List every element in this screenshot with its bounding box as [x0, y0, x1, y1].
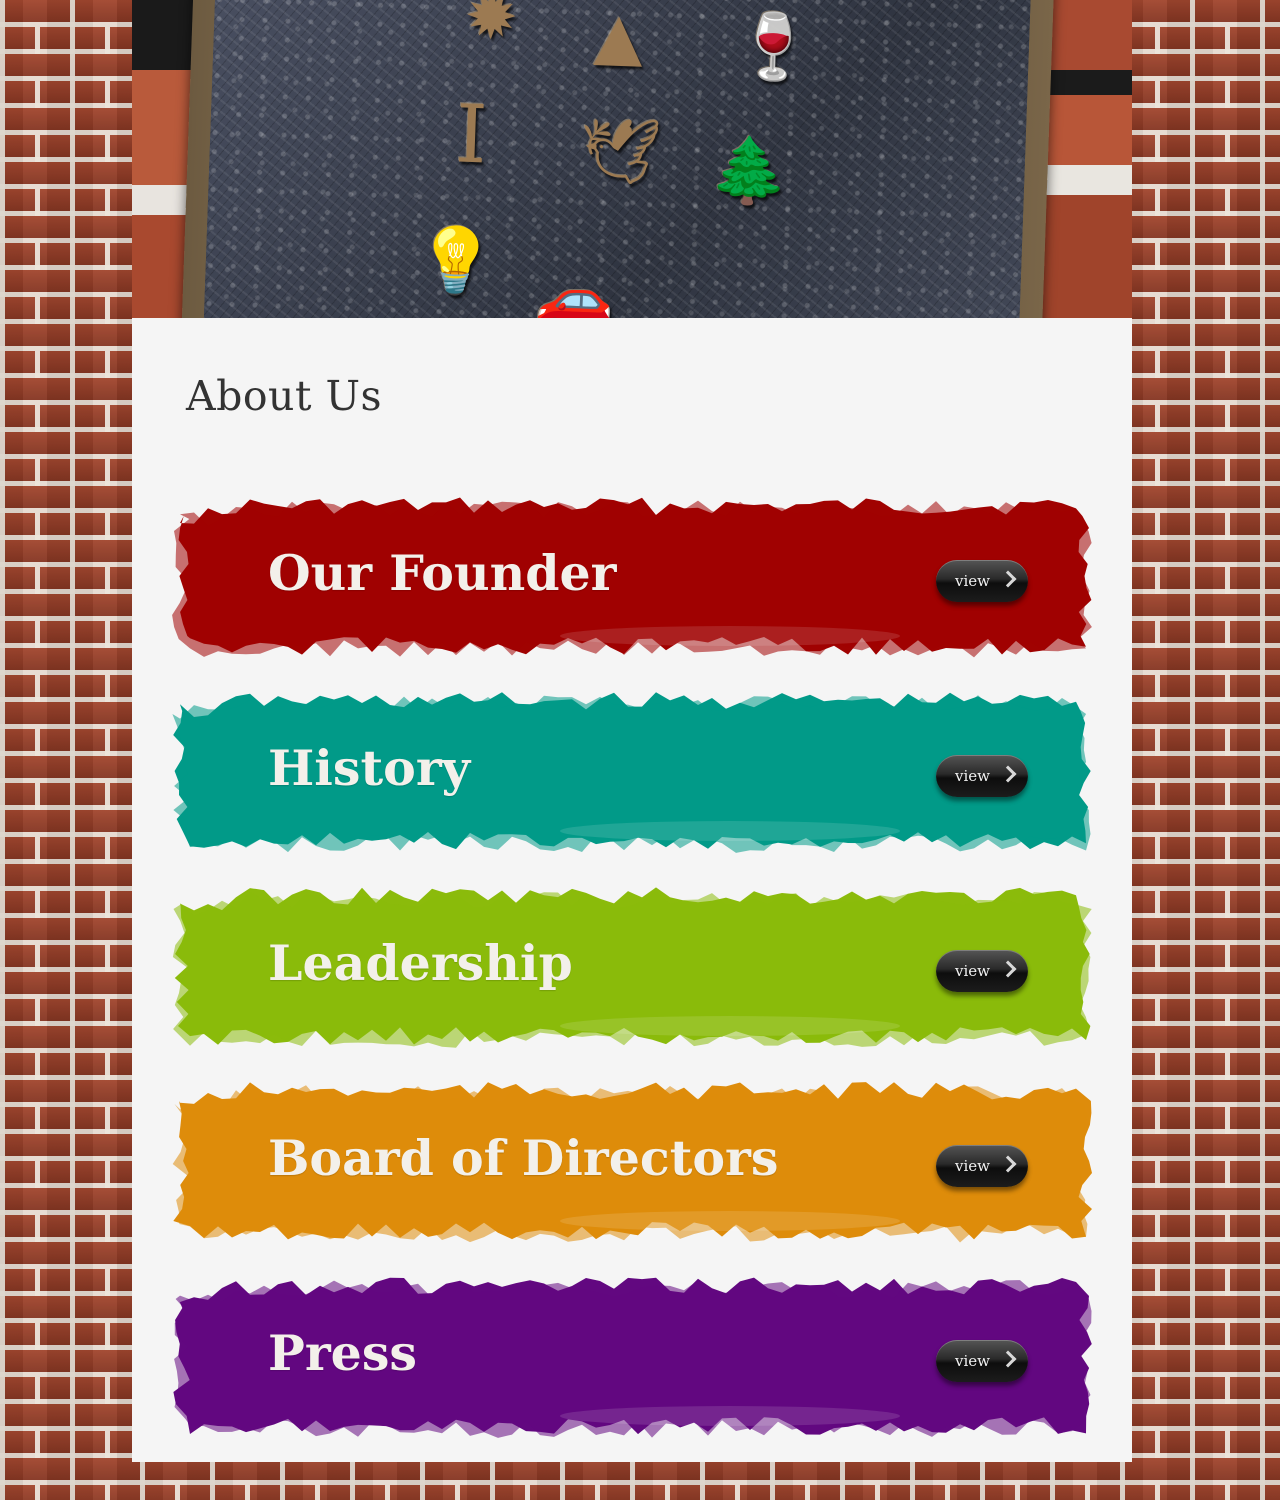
view-button-label: view [955, 767, 990, 785]
rocket-emblem-icon: ▲ [592, 0, 645, 75]
page-title: About Us [186, 372, 383, 420]
section-history[interactable]: History view [170, 681, 1096, 859]
view-button-label: view [955, 572, 990, 590]
section-title: Leadership [268, 934, 573, 992]
section-board-of-directors[interactable]: Board of Directors view [170, 1071, 1096, 1249]
car-emblem-icon: 🚗 [533, 262, 616, 318]
view-button-label: view [955, 1352, 990, 1370]
section-press[interactable]: Press view [170, 1266, 1096, 1444]
view-button[interactable]: view [936, 560, 1028, 602]
content-panel: ✹ ▲ 🍷 Ⅰ 🕊 🌲 💡 🚗 About Us Our Founder view… [132, 0, 1132, 1462]
chevron-right-icon [999, 570, 1017, 588]
section-title: History [268, 739, 471, 797]
chevron-right-icon [999, 1155, 1017, 1173]
view-button[interactable]: view [936, 755, 1028, 797]
chevron-right-icon [999, 960, 1017, 978]
view-button[interactable]: view [936, 950, 1028, 992]
column-emblem-icon: Ⅰ [453, 87, 489, 182]
view-button[interactable]: view [936, 1340, 1028, 1382]
lightbulb-emblem-icon: 💡 [414, 223, 498, 300]
chevron-right-icon [999, 1350, 1017, 1368]
view-button-label: view [955, 962, 990, 980]
view-button-label: view [955, 1157, 990, 1175]
chevron-right-icon [999, 765, 1017, 783]
glass-emblem-icon: 🍷 [732, 9, 815, 86]
section-title: Press [268, 1324, 418, 1382]
view-button[interactable]: view [936, 1145, 1028, 1187]
section-title: Board of Directors [268, 1129, 779, 1187]
section-our-founder[interactable]: Our Founder view [170, 486, 1096, 664]
sun-emblem-icon: ✹ [463, 0, 520, 56]
section-title: Our Founder [268, 544, 617, 602]
hero-plaque-image: ✹ ▲ 🍷 Ⅰ 🕊 🌲 💡 🚗 [132, 0, 1132, 318]
bird-emblem-icon: 🕊 [578, 113, 663, 191]
tree-emblem-icon: 🌲 [708, 133, 791, 210]
section-leadership[interactable]: Leadership view [170, 876, 1096, 1054]
